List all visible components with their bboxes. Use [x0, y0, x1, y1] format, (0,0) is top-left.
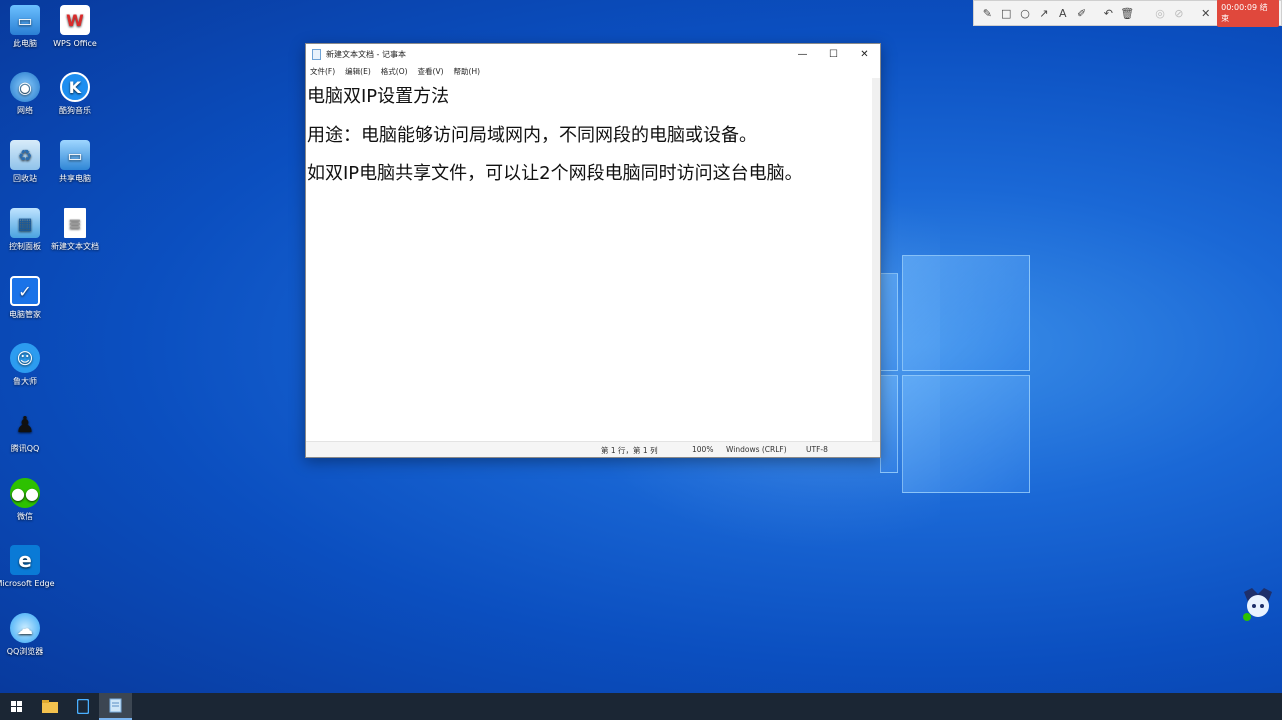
annotation-toolbar: ✎ □ ○ ↗ A ✐ ↶ 🗑 ◎ ⊘ ✕ 00:00:09 结束	[973, 0, 1282, 27]
network-icon: ◉	[10, 72, 40, 102]
this-pc-icon: ▭	[10, 5, 40, 35]
delete-icon[interactable]: 🗑	[1120, 6, 1135, 21]
desktop-icon-label: 腾讯QQ	[10, 444, 40, 453]
menu-bar: 文件(F) 编辑(E) 格式(O) 查看(V) 帮助(H)	[306, 64, 880, 78]
desktop-icon-label: 微信	[17, 512, 33, 521]
undo-icon[interactable]: ↶	[1101, 6, 1116, 21]
file-explorer-icon	[41, 700, 58, 713]
edge-icon: e	[10, 545, 40, 575]
windows-logo-wallpaper	[880, 255, 1030, 495]
qq-icon: ♟	[15, 412, 35, 438]
ludashi-icon: ☺	[10, 343, 40, 373]
desktop-icon-label: 新建文本文档	[51, 242, 99, 251]
vertical-scrollbar[interactable]	[872, 78, 880, 441]
notepad-icon	[109, 698, 121, 713]
menu-help[interactable]: 帮助(H)	[454, 66, 481, 77]
text-editor-area[interactable]: 电脑双IP设置方法 用途：电脑能够访问局域网内，不同网段的电脑或设备。 如双IP…	[306, 78, 880, 441]
notepad-titlebar[interactable]: 新建文本文档 - 记事本 — ☐ ✕	[306, 44, 880, 64]
desktop-icon-qq-browser[interactable]: ☁ QQ浏览器	[0, 613, 55, 657]
hide-icon[interactable]: ⊘	[1171, 6, 1186, 21]
desktop-icon-edge[interactable]: e Microsoft Edge	[0, 545, 55, 589]
menu-view[interactable]: 查看(V)	[418, 66, 444, 77]
text-line: 用途：电脑能够访问局域网内，不同网段的电脑或设备。	[307, 124, 757, 146]
desktop-icon-label: 电脑管家	[9, 310, 41, 319]
close-button[interactable]: ✕	[849, 44, 880, 64]
line-ending: Windows (CRLF)	[726, 445, 787, 454]
encoding: UTF-8	[806, 445, 828, 454]
desktop-icon-label: 酷狗音乐	[59, 106, 91, 115]
circle-icon[interactable]: ○	[1018, 6, 1033, 21]
qq-browser-icon: ☁	[10, 613, 40, 643]
text-icon[interactable]: A	[1055, 6, 1070, 21]
desktop-icon-ludashi[interactable]: ☺ 鲁大师	[0, 343, 55, 387]
desktop-icon-wechat[interactable]: ●● 微信	[0, 478, 55, 522]
arrow-icon[interactable]: ↗	[1036, 6, 1051, 21]
rectangle-icon[interactable]: □	[999, 6, 1014, 21]
text-line: 电脑双IP设置方法	[307, 86, 450, 107]
cursor-position: 第 1 行，第 1 列	[601, 446, 658, 455]
close-icon[interactable]: ✕	[1198, 6, 1213, 21]
text-line: 如双IP电脑共享文件，可以让2个网段电脑同时访问这台电脑。	[307, 163, 803, 184]
desktop-icon-kugou-music[interactable]: K 酷狗音乐	[45, 72, 105, 116]
pc-manager-icon: ✓	[10, 276, 40, 306]
pen-icon[interactable]: ✎	[980, 6, 995, 21]
maximize-button[interactable]: ☐	[818, 44, 849, 64]
zoom-level: 100%	[692, 445, 714, 454]
desktop-icon-label: WPS Office	[53, 39, 97, 48]
window-title: 新建文本文档 - 记事本	[326, 49, 406, 59]
taskbar	[0, 693, 1282, 720]
desktop-icon-qq[interactable]: ♟ 腾讯QQ	[0, 410, 55, 454]
taskbar-notepad[interactable]	[99, 693, 132, 720]
eye-icon[interactable]: ◎	[1153, 6, 1168, 21]
tablet-app-icon	[76, 699, 89, 714]
menu-edit[interactable]: 编辑(E)	[345, 66, 371, 77]
kugou-music-icon: K	[60, 72, 90, 102]
notepad-window: 新建文本文档 - 记事本 — ☐ ✕ 文件(F) 编辑(E) 格式(O) 查看(…	[305, 43, 881, 458]
desktop-icon-label: Microsoft Edge	[0, 579, 55, 588]
status-bar: 第 1 行，第 1 列 100% Windows (CRLF) UTF-8	[306, 441, 880, 457]
menu-file[interactable]: 文件(F)	[310, 66, 335, 77]
notepad-icon	[312, 48, 321, 60]
recycle-bin-icon: ♻	[10, 140, 40, 170]
shared-pc-icon: ▭	[60, 140, 90, 170]
desktop-icon-label: 鲁大师	[13, 377, 37, 386]
desktop-icon-pc-manager[interactable]: ✓ 电脑管家	[0, 276, 55, 320]
desktop-icon-shared-pc[interactable]: ▭ 共享电脑	[45, 140, 105, 184]
highlighter-icon[interactable]: ✐	[1074, 6, 1089, 21]
desktop-icon-wps-office[interactable]: W WPS Office	[45, 5, 105, 49]
assistant-mascot-icon[interactable]	[1238, 584, 1278, 624]
record-stop-button[interactable]: 00:00:09 结束	[1217, 0, 1279, 27]
taskbar-file-explorer[interactable]	[33, 693, 66, 720]
desktop-icon-text-document[interactable]: ≡ 新建文本文档	[45, 208, 105, 252]
start-button[interactable]	[0, 693, 33, 720]
wechat-icon: ●●	[10, 478, 40, 508]
minimize-button[interactable]: —	[787, 44, 818, 64]
wps-office-icon: W	[60, 5, 90, 35]
start-icon	[11, 701, 22, 712]
menu-format[interactable]: 格式(O)	[381, 66, 408, 77]
desktop-icon-label: QQ浏览器	[6, 647, 44, 656]
text-document-icon: ≡	[64, 208, 86, 238]
desktop-icon-label: 共享电脑	[59, 174, 91, 183]
control-panel-icon: ▦	[10, 208, 40, 238]
taskbar-tablet-app[interactable]	[66, 693, 99, 720]
